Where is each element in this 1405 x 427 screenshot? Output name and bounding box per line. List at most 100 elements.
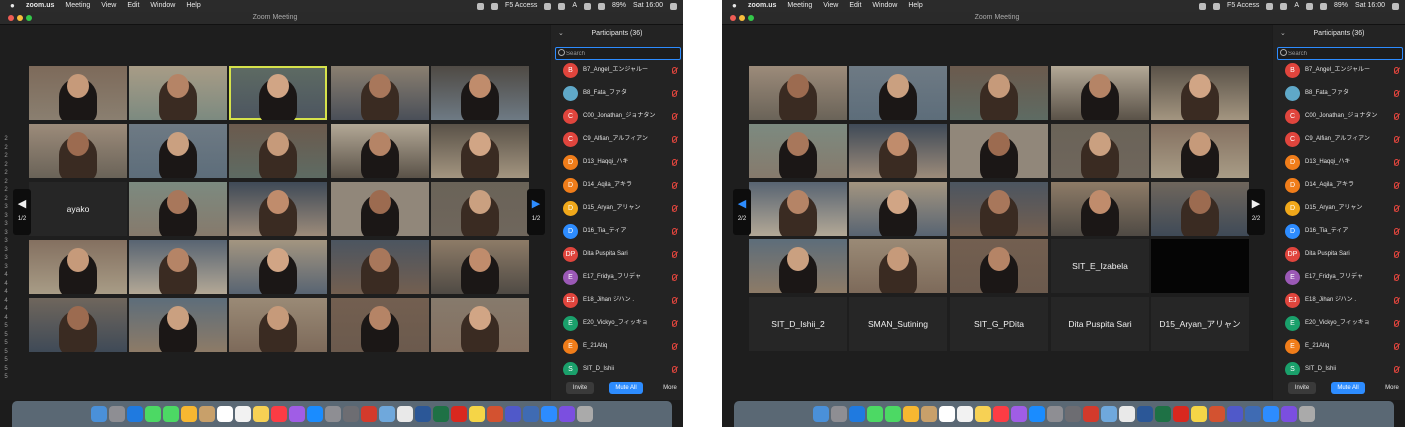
app-store-icon[interactable] — [1029, 406, 1045, 422]
chrome-icon[interactable] — [1119, 406, 1135, 422]
acrobat-icon[interactable] — [451, 406, 467, 422]
participant-video-tile[interactable] — [129, 240, 227, 294]
notes-icon[interactable] — [975, 406, 991, 422]
menu-meeting[interactable]: Meeting — [787, 0, 812, 12]
muted-mic-icon[interactable] — [672, 228, 677, 235]
participant-list[interactable]: B B7_Angel_エンジャルー B8_Fata_ファタ C C00_Jonathan… — [551, 63, 683, 375]
muted-mic-icon[interactable] — [672, 274, 677, 281]
vpn-label[interactable]: F5 Access — [505, 0, 537, 12]
zoom-status-icon[interactable] — [477, 2, 485, 10]
menu-help[interactable]: Help — [186, 0, 200, 12]
participant-list-item[interactable]: D D15_Aryan_アリャン — [1273, 197, 1405, 220]
photo-icon[interactable] — [523, 406, 539, 422]
launchpad-icon[interactable] — [831, 406, 847, 422]
dictionary-icon[interactable] — [1065, 406, 1081, 422]
powerpoint-icon[interactable] — [487, 406, 503, 422]
participant-name-tile[interactable]: Dita Puspita Sari — [1051, 297, 1149, 351]
participant-video-tile[interactable] — [229, 124, 327, 178]
participant-list-item[interactable]: B B7_Angel_エンジャルー — [551, 63, 683, 82]
menu-app-name[interactable]: zoom.us — [26, 0, 54, 12]
imovie-icon[interactable] — [1281, 406, 1297, 422]
battery-percent[interactable]: 89% — [612, 0, 626, 12]
photo-icon[interactable] — [1245, 406, 1261, 422]
f5-access-icon[interactable] — [1213, 2, 1221, 10]
participant-video-tile[interactable] — [849, 239, 947, 293]
participant-video-tile[interactable] — [1151, 182, 1249, 236]
contacts-icon[interactable] — [199, 406, 215, 422]
participant-list-item[interactable]: E E17_Fridya_フリデャ — [551, 266, 683, 289]
excel-icon[interactable] — [433, 406, 449, 422]
participant-video-tile[interactable] — [849, 66, 947, 120]
word-icon[interactable] — [1137, 406, 1153, 422]
participant-video-tile[interactable] — [950, 124, 1048, 178]
mute-all-button[interactable]: Mute All — [609, 382, 643, 394]
settings-icon[interactable] — [361, 406, 377, 422]
apple-menu-icon[interactable]: ● — [732, 0, 737, 12]
participant-video-tile[interactable] — [1151, 124, 1249, 178]
participant-video-tile[interactable] — [749, 124, 847, 178]
participant-search[interactable] — [1277, 47, 1403, 60]
calendar-icon[interactable] — [217, 406, 233, 422]
teams-icon[interactable] — [505, 406, 521, 422]
participant-video-tile[interactable] — [950, 182, 1048, 236]
photos-icon[interactable] — [181, 406, 197, 422]
participant-list-item[interactable]: DP Dita Puspita Sari — [551, 243, 683, 266]
muted-mic-icon[interactable] — [672, 297, 677, 304]
participant-list-item[interactable]: D D13_Haqqi_ハキ — [1273, 151, 1405, 174]
battery-percent[interactable]: 89% — [1334, 0, 1348, 12]
dropbox-icon[interactable] — [544, 2, 552, 10]
participant-video-tile[interactable] — [1051, 66, 1149, 120]
launchpad-icon[interactable] — [109, 406, 125, 422]
participant-name-tile[interactable]: D15_Aryan_アリャン — [1151, 297, 1249, 351]
muted-mic-icon[interactable] — [672, 159, 677, 166]
muted-mic-icon[interactable] — [672, 320, 677, 327]
muted-mic-icon[interactable] — [1394, 228, 1399, 235]
muted-mic-icon[interactable] — [1394, 159, 1399, 166]
app-store-icon[interactable] — [307, 406, 323, 422]
muted-mic-icon[interactable] — [1394, 366, 1399, 373]
participant-list-item[interactable]: EJ E18_Jihan ジハン . — [551, 289, 683, 312]
podcasts-icon[interactable] — [289, 406, 305, 422]
apple-menu-icon[interactable]: ● — [10, 0, 15, 12]
menu-window[interactable]: Window — [150, 0, 175, 12]
participant-video-tile[interactable] — [129, 182, 227, 236]
f5-access-icon[interactable] — [491, 2, 499, 10]
participant-list-item[interactable]: D D13_Haqqi_ハキ — [551, 151, 683, 174]
menu-view[interactable]: View — [101, 0, 116, 12]
participant-list-item[interactable]: E E17_Fridya_フリデャ — [1273, 266, 1405, 289]
participant-list-item[interactable]: C C9_Alfian_アルフィアン — [1273, 128, 1405, 151]
volume-icon[interactable] — [1320, 2, 1328, 10]
bluetooth-icon[interactable] — [1280, 2, 1288, 10]
muted-mic-icon[interactable] — [1394, 67, 1399, 74]
participant-list-item[interactable]: C C00_Jonathan_ジョナタン — [551, 105, 683, 128]
participant-list-item[interactable]: S SIT_D_Ishii — [1273, 358, 1405, 375]
participant-list-item[interactable]: E E20_Vickyo_フィッキョ — [551, 312, 683, 335]
wifi-icon[interactable] — [584, 2, 592, 10]
stickies-icon[interactable] — [469, 406, 485, 422]
participant-list-item[interactable]: D D15_Aryan_アリャン — [551, 197, 683, 220]
next-page-button[interactable]: ▶ 1/2 — [527, 189, 545, 235]
participant-video-tile[interactable] — [29, 240, 127, 294]
settings-icon[interactable] — [1083, 406, 1099, 422]
participant-video-tile[interactable] — [431, 240, 529, 294]
participant-list-item[interactable]: E E_21Atiq — [1273, 335, 1405, 358]
spotlight-icon[interactable] — [1392, 2, 1399, 10]
muted-mic-icon[interactable] — [1394, 274, 1399, 281]
participant-list-item[interactable]: S SIT_D_Ishii — [551, 358, 683, 375]
participant-video-tile[interactable] — [229, 298, 327, 352]
muted-mic-icon[interactable] — [1394, 297, 1399, 304]
chrome-icon[interactable] — [397, 406, 413, 422]
participant-video-tile[interactable] — [1151, 66, 1249, 120]
participant-video-tile[interactable] — [129, 124, 227, 178]
dictionary-icon[interactable] — [343, 406, 359, 422]
search-input[interactable] — [566, 48, 674, 59]
menu-app-name[interactable]: zoom.us — [748, 0, 776, 12]
participant-video-tile[interactable] — [29, 298, 127, 352]
spotlight-icon[interactable] — [670, 2, 677, 10]
vpn-label[interactable]: F5 Access — [1227, 0, 1259, 12]
participant-name-tile[interactable]: ayako — [29, 182, 127, 236]
zoom-icon[interactable] — [541, 406, 557, 422]
clock[interactable]: Sat 16:00 — [633, 0, 663, 12]
clock[interactable]: Sat 16:00 — [1355, 0, 1385, 12]
participant-list-item[interactable]: D D14_Aqila_アキラ — [551, 174, 683, 197]
